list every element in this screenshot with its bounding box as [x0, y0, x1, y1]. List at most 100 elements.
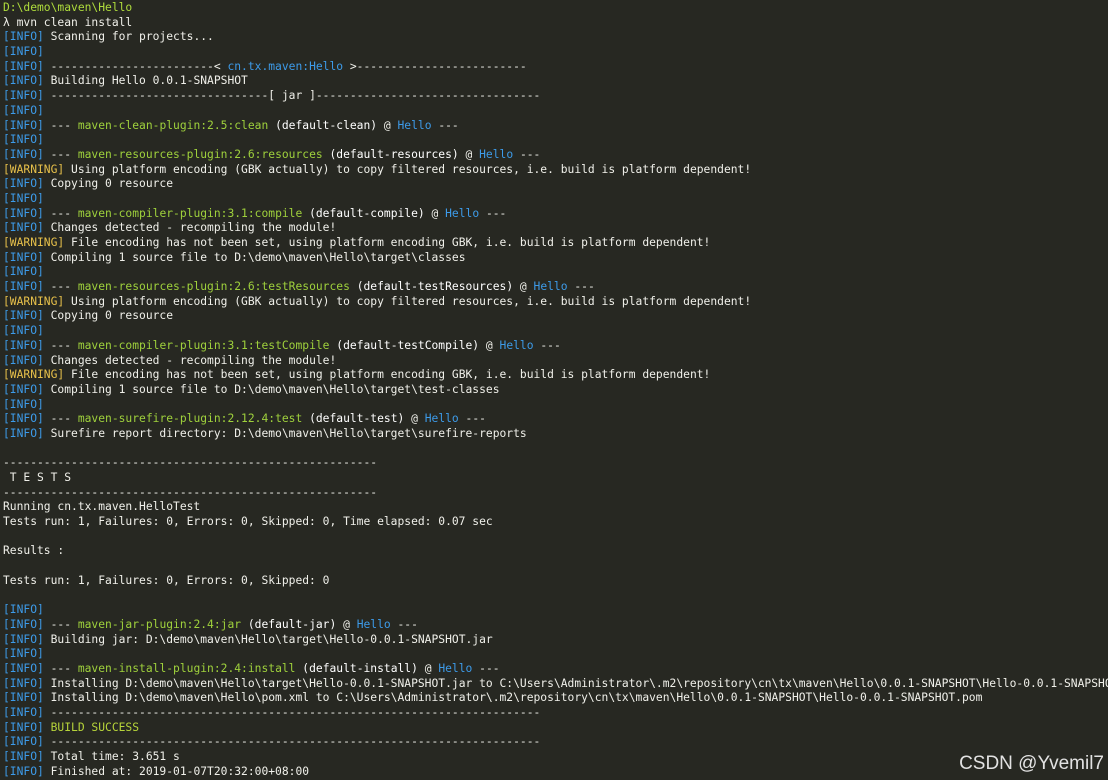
terminal-line: [INFO] Changes detected - recompiling th… [3, 354, 1108, 369]
terminal-line: [INFO] Copying 0 resource [3, 177, 1108, 192]
terminal-line: [INFO] Finished at: 2019-01-07T20:32:00+… [3, 765, 1108, 780]
execution-id: (default-install) [295, 661, 418, 675]
log-text: --- [43, 338, 78, 352]
info-tag: [INFO] [3, 426, 44, 440]
log-text: Building Hello 0.0.1-SNAPSHOT [43, 74, 248, 88]
terminal-line: [WARNING] File encoding has not been set… [3, 236, 1108, 251]
info-tag: [INFO] [3, 30, 44, 44]
project-name: Hello [397, 118, 432, 132]
execution-id: (default-testResources) [349, 280, 514, 294]
info-tag: [INFO] [3, 206, 44, 220]
info-tag: [INFO] [3, 338, 44, 352]
info-tag: [INFO] [3, 720, 44, 734]
info-tag: [INFO] [3, 191, 44, 205]
info-tag: [INFO] [3, 324, 44, 338]
log-text: --- [43, 280, 78, 294]
terminal-line: [INFO] ---------------------------------… [3, 735, 1108, 750]
warning-tag: [WARNING] [3, 162, 65, 176]
info-tag: [INFO] [3, 647, 44, 661]
log-text: --- [533, 338, 561, 352]
log-text: Changes detected - recompiling the modul… [43, 353, 337, 367]
execution-id: (default-resources) [322, 147, 459, 161]
project-name: cn.tx.maven:Hello [227, 59, 344, 73]
project-name: Hello [438, 661, 473, 675]
log-text: Using platform encoding (GBK actually) t… [64, 162, 752, 176]
log-text: Installing D:\demo\maven\Hello\target\He… [43, 676, 1108, 690]
log-text: Copying 0 resource [43, 309, 174, 323]
log-text: --- [43, 661, 78, 675]
info-tag: [INFO] [3, 661, 44, 675]
project-name: Hello [499, 338, 534, 352]
info-tag: [INFO] [3, 103, 44, 117]
terminal-line: [INFO] [3, 133, 1108, 148]
log-text: @ [513, 280, 534, 294]
terminal-window[interactable]: { "watermark": "CSDN @Yvemil7", "colors"… [0, 0, 1108, 780]
log-text: @ [417, 661, 439, 675]
info-tag: [INFO] [3, 617, 44, 631]
log-text: @ [404, 412, 425, 426]
terminal-line: [INFO] BUILD SUCCESS [3, 721, 1108, 736]
log-text: Surefire report directory: D:\demo\maven… [43, 426, 527, 440]
log-text: --- [479, 206, 507, 220]
log-text: --- [458, 412, 486, 426]
log-text: --- [43, 118, 78, 132]
log-text: @ [424, 206, 446, 220]
terminal-line: [WARNING] Using platform encoding (GBK a… [3, 295, 1108, 310]
terminal-line: [INFO] --- maven-clean-plugin:2.5:clean … [3, 119, 1108, 134]
warning-tag: [WARNING] [3, 294, 65, 308]
log-text: Using platform encoding (GBK actually) t… [64, 294, 752, 308]
terminal-line: [INFO] --- maven-resources-plugin:2.6:re… [3, 148, 1108, 163]
log-text: --- [567, 280, 595, 294]
log-text: Tests run: 1, Failures: 0, Errors: 0, Sk… [3, 515, 493, 529]
log-text: Tests run: 1, Failures: 0, Errors: 0, Sk… [3, 573, 330, 587]
info-tag: [INFO] [3, 353, 44, 367]
log-text: --- [43, 206, 78, 220]
info-tag: [INFO] [3, 45, 44, 59]
log-text: ----------------------------------------… [3, 456, 378, 470]
project-name: Hello [479, 147, 514, 161]
log-text: Running cn.tx.maven.HelloTest [3, 500, 201, 514]
log-text: Finished at: 2019-01-07T20:32:00+08:00 [43, 764, 310, 778]
log-text: λ mvn clean install [3, 15, 133, 29]
terminal-line: [INFO] ---------------------------------… [3, 706, 1108, 721]
project-name: Hello [424, 412, 459, 426]
terminal-line: [INFO] Compiling 1 source file to D:\dem… [3, 383, 1108, 398]
log-text: Compiling 1 source file to D:\demo\maven… [43, 250, 466, 264]
terminal-line: [INFO] Changes detected - recompiling th… [3, 221, 1108, 236]
plugin-goal: maven-compiler-plugin:3.1:testCompile [77, 338, 330, 352]
terminal-line: [INFO] --- maven-install-plugin:2.4:inst… [3, 662, 1108, 677]
log-text: File encoding has not been set, using pl… [64, 236, 711, 249]
log-text: T E S T S [3, 471, 72, 484]
terminal-output[interactable]: D:\demo\maven\Hello λ mvn clean install [I… [3, 1, 1108, 779]
execution-id: (default-compile) [302, 206, 425, 220]
log-text: Installing D:\demo\maven\Hello\pom.xml t… [43, 691, 983, 705]
csdn-watermark: CSDN @Yvemil7 [959, 753, 1104, 775]
info-tag: [INFO] [3, 59, 44, 73]
execution-id: (default-testCompile) [329, 338, 480, 352]
info-tag: [INFO] [3, 632, 44, 646]
info-tag: [INFO] [3, 265, 44, 279]
execution-id: (default-jar) [241, 617, 337, 631]
terminal-line: [INFO] Building Hello 0.0.1-SNAPSHOT [3, 74, 1108, 89]
info-tag: [INFO] [3, 735, 44, 749]
info-tag: [INFO] [3, 118, 44, 132]
log-text: @ [458, 147, 480, 161]
project-name: Hello [356, 617, 391, 631]
info-tag: [INFO] [3, 397, 44, 411]
info-tag: [INFO] [3, 706, 44, 719]
terminal-line: [INFO] ------------------------< cn.tx.m… [3, 60, 1108, 75]
plugin-goal: maven-surefire-plugin:2.12.4:test [77, 412, 303, 426]
log-text: --- [472, 661, 500, 675]
terminal-line: [INFO] --------------------------------[… [3, 89, 1108, 104]
info-tag: [INFO] [3, 676, 44, 690]
terminal-line: [INFO] Scanning for projects... [3, 30, 1108, 45]
log-text: ----------------------------------------… [3, 485, 378, 499]
plugin-goal: maven-resources-plugin:2.6:resources [77, 147, 323, 161]
log-text: Changes detected - recompiling the modul… [43, 221, 337, 235]
terminal-line: [WARNING] Using platform encoding (GBK a… [3, 163, 1108, 178]
warning-tag: [WARNING] [3, 368, 65, 382]
terminal-line: [INFO] [3, 45, 1108, 60]
terminal-line: [INFO] Installing D:\demo\maven\Hello\po… [3, 691, 1108, 706]
